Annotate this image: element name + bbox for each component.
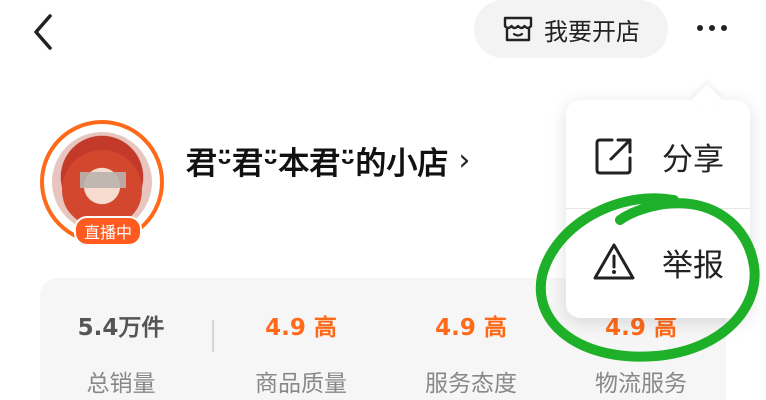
stat-label: 服务态度 <box>425 371 517 397</box>
back-button[interactable] <box>26 12 66 52</box>
stat-value: 4.9 高 <box>265 315 337 341</box>
menu-item-report[interactable]: 举报 <box>566 208 750 316</box>
stats-divider <box>212 320 214 352</box>
more-options-button[interactable] <box>692 12 732 44</box>
shop-avatar[interactable]: 直播中 <box>40 120 164 246</box>
stat-total-sales: 5.4万件 总销量 <box>46 308 196 398</box>
chevron-right-icon: › <box>458 143 471 178</box>
storefront-icon <box>502 15 534 43</box>
warning-icon <box>592 240 636 284</box>
stat-logistics-service: 4.9 高 物流服务 <box>566 308 716 398</box>
stat-value: 5.4万件 <box>77 315 165 341</box>
live-badge: 直播中 <box>74 216 142 246</box>
menu-item-share[interactable]: 分享 <box>566 102 750 210</box>
stat-label: 物流服务 <box>595 371 687 397</box>
open-store-label: 我要开店 <box>544 17 640 46</box>
chevron-left-icon <box>34 14 52 50</box>
stat-value: 4.9 高 <box>435 315 507 341</box>
shop-name: 君ᵕ̈君ᵕ̈本君ᵕ̈的小店 <box>186 146 449 182</box>
share-icon <box>592 134 636 178</box>
stat-label: 总销量 <box>86 371 156 397</box>
shop-name-link[interactable]: 君ᵕ̈君ᵕ̈本君ᵕ̈的小店 › <box>186 138 470 183</box>
stat-product-quality: 4.9 高 商品质量 <box>226 308 376 398</box>
menu-item-label: 分享 <box>662 141 724 178</box>
more-options-menu: 分享 举报 <box>566 84 750 318</box>
stat-service-attitude: 4.9 高 服务态度 <box>396 308 546 398</box>
more-dots-icon <box>697 25 727 31</box>
open-store-button[interactable]: 我要开店 <box>474 0 668 58</box>
stat-label: 商品质量 <box>255 371 347 397</box>
menu-item-label: 举报 <box>662 247 724 284</box>
